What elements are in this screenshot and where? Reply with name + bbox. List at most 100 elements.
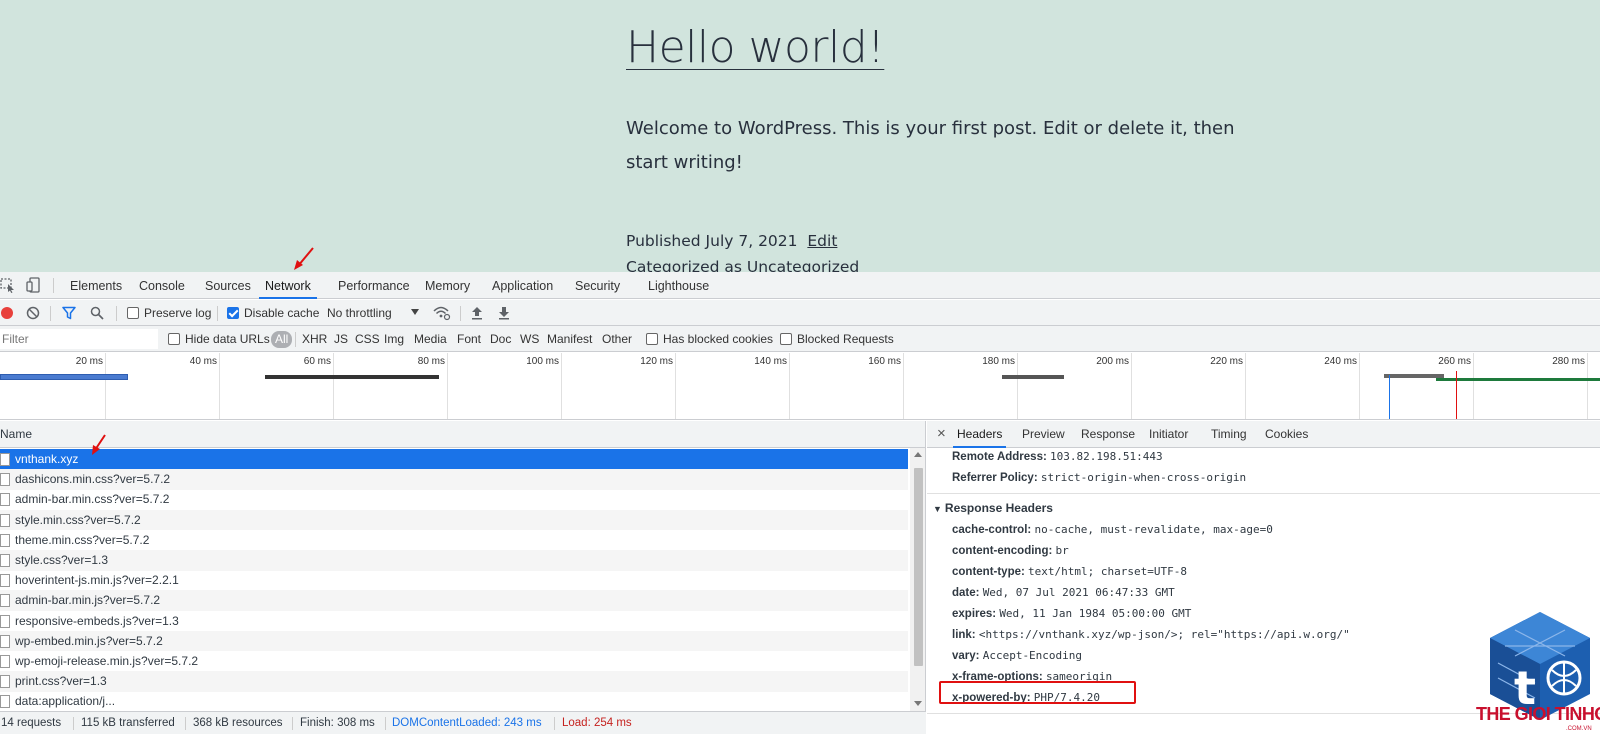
network-conditions-icon[interactable] xyxy=(433,305,451,324)
request-row[interactable]: admin-bar.min.js?ver=5.7.2 xyxy=(0,590,908,611)
request-name: admin-bar.min.css?ver=5.7.2 xyxy=(15,492,170,507)
has-blocked-cookies-label[interactable]: Has blocked cookies xyxy=(663,326,773,352)
status-transferred: 115 kB transferred xyxy=(81,717,175,729)
toolbar-separator xyxy=(460,306,461,321)
tab-response[interactable]: Response xyxy=(1077,421,1139,448)
request-row[interactable]: dashicons.min.css?ver=5.7.2 xyxy=(0,469,908,490)
request-row[interactable]: wp-embed.min.js?ver=5.7.2 xyxy=(0,630,908,652)
tab-preview[interactable]: Preview xyxy=(1018,421,1069,448)
request-row[interactable]: style.css?ver=1.3 xyxy=(0,550,908,571)
header-name: date: xyxy=(952,587,980,599)
request-row[interactable]: data:application/j... xyxy=(0,691,908,711)
request-row[interactable]: print.css?ver=1.3 xyxy=(0,671,908,692)
post-title-link[interactable]: Hello world! xyxy=(626,22,885,73)
request-row[interactable]: admin-bar.min.css?ver=5.7.2 xyxy=(0,489,908,510)
request-list-scrollbar[interactable] xyxy=(910,448,925,711)
import-har-icon[interactable] xyxy=(470,306,484,323)
disable-cache-label[interactable]: Disable cache xyxy=(244,300,319,326)
tab-headers[interactable]: Headers xyxy=(953,421,1007,448)
tab-elements[interactable]: Elements xyxy=(68,272,124,299)
request-row[interactable]: hoverintent-js.min.js?ver=2.2.1 xyxy=(0,570,908,591)
header-content-encoding: content-encoding: br xyxy=(952,540,1069,561)
type-filter-css[interactable]: CSS xyxy=(355,326,380,352)
tick-label: 120 ms xyxy=(640,356,673,367)
type-filter-doc[interactable]: Doc xyxy=(490,326,511,352)
header-x-powered-by: x-powered-by: PHP/7.4.20 xyxy=(952,687,1100,708)
edit-link[interactable]: Edit xyxy=(807,232,837,250)
tab-timing[interactable]: Timing xyxy=(1207,421,1251,448)
status-domcontentloaded: DOMContentLoaded: 243 ms xyxy=(392,717,542,729)
tab-performance[interactable]: Performance xyxy=(336,272,412,299)
tab-cookies[interactable]: Cookies xyxy=(1261,421,1312,448)
type-filter-media[interactable]: Media xyxy=(414,326,447,352)
tick-label: 20 ms xyxy=(75,356,103,367)
type-filter-other[interactable]: Other xyxy=(602,326,632,352)
watermark-text: THE GIOI TINHOC xyxy=(1476,704,1600,725)
search-icon[interactable] xyxy=(90,306,104,323)
header-name: cache-control: xyxy=(952,524,1032,536)
tick-label: 260 ms xyxy=(1438,356,1471,367)
hide-data-urls-label[interactable]: Hide data URLs xyxy=(185,326,270,352)
tab-console[interactable]: Console xyxy=(137,272,187,299)
type-filter-img[interactable]: Img xyxy=(384,326,404,352)
request-row[interactable]: responsive-embeds.js?ver=1.3 xyxy=(0,611,908,632)
inspect-element-icon[interactable] xyxy=(0,277,16,293)
devtools-panel: Elements Console Sources Network Perform… xyxy=(0,272,1600,734)
request-row[interactable]: style.min.css?ver=5.7.2 xyxy=(0,509,908,531)
scroll-up-icon[interactable] xyxy=(914,452,922,457)
request-row[interactable]: theme.min.css?ver=5.7.2 xyxy=(0,530,908,551)
request-row[interactable]: vnthank.xyz xyxy=(0,449,908,470)
filter-icon[interactable] xyxy=(62,306,76,323)
device-toolbar-icon[interactable] xyxy=(26,277,42,293)
file-icon xyxy=(0,453,10,466)
tab-lighthouse[interactable]: Lighthouse xyxy=(646,272,711,299)
gridline xyxy=(1473,353,1474,419)
has-blocked-cookies-checkbox[interactable] xyxy=(646,333,658,345)
preserve-log-label[interactable]: Preserve log xyxy=(144,300,211,326)
type-filter-all[interactable]: All xyxy=(271,331,293,348)
close-icon[interactable]: × xyxy=(937,421,946,448)
tab-network[interactable]: Network xyxy=(259,272,317,299)
filter-input[interactable] xyxy=(0,329,158,349)
header-value: no-cache, must-revalidate, max-age=0 xyxy=(1034,523,1273,536)
tab-initiator[interactable]: Initiator xyxy=(1145,421,1192,448)
export-har-icon[interactable] xyxy=(497,306,511,323)
type-filter-ws[interactable]: WS xyxy=(520,326,539,352)
throttling-select[interactable]: No throttling xyxy=(327,300,392,326)
response-headers-section-toggle[interactable]: ▼ Response Headers xyxy=(933,498,1053,518)
tab-application[interactable]: Application xyxy=(490,272,555,299)
record-icon[interactable] xyxy=(1,307,13,319)
tab-sources[interactable]: Sources xyxy=(203,272,253,299)
network-overview-timeline[interactable]: 20 ms 40 ms 60 ms 80 ms 100 ms 120 ms 14… xyxy=(0,353,1600,420)
blocked-requests-checkbox[interactable] xyxy=(780,333,792,345)
type-filter-manifest[interactable]: Manifest xyxy=(547,326,592,352)
disable-cache-checkbox[interactable] xyxy=(227,307,239,319)
header-value: Accept-Encoding xyxy=(982,649,1083,662)
type-filter-js[interactable]: JS xyxy=(334,326,348,352)
scroll-down-icon[interactable] xyxy=(914,701,922,706)
hide-data-urls-checkbox[interactable] xyxy=(168,333,180,345)
status-load: Load: 254 ms xyxy=(562,717,632,729)
tick-label: 200 ms xyxy=(1096,356,1129,367)
name-column-header[interactable]: Name xyxy=(0,421,925,448)
scrollbar-thumb[interactable] xyxy=(914,468,923,666)
file-icon xyxy=(0,533,10,547)
chevron-down-icon[interactable] xyxy=(411,309,419,315)
type-filter-font[interactable]: Font xyxy=(457,326,481,352)
request-row[interactable]: wp-emoji-release.min.js?ver=5.7.2 xyxy=(0,651,908,672)
tab-security[interactable]: Security xyxy=(573,272,622,299)
file-icon xyxy=(0,513,10,527)
file-icon xyxy=(0,675,10,689)
blocked-requests-label[interactable]: Blocked Requests xyxy=(797,326,894,352)
tab-memory[interactable]: Memory xyxy=(423,272,472,299)
request-name: style.css?ver=1.3 xyxy=(15,553,109,567)
published-date: Published July 7, 2021 xyxy=(626,232,798,250)
post-meta: Published July 7, 2021 Edit Categorized … xyxy=(626,228,859,272)
clear-icon[interactable] xyxy=(26,306,40,323)
preserve-log-checkbox[interactable] xyxy=(127,307,139,319)
header-value: 103.82.198.51:443 xyxy=(1050,450,1163,463)
category-link[interactable]: Uncategorized xyxy=(747,258,859,272)
request-name: theme.min.css?ver=5.7.2 xyxy=(15,532,150,547)
gridline xyxy=(675,353,676,419)
type-filter-xhr[interactable]: XHR xyxy=(302,326,327,352)
